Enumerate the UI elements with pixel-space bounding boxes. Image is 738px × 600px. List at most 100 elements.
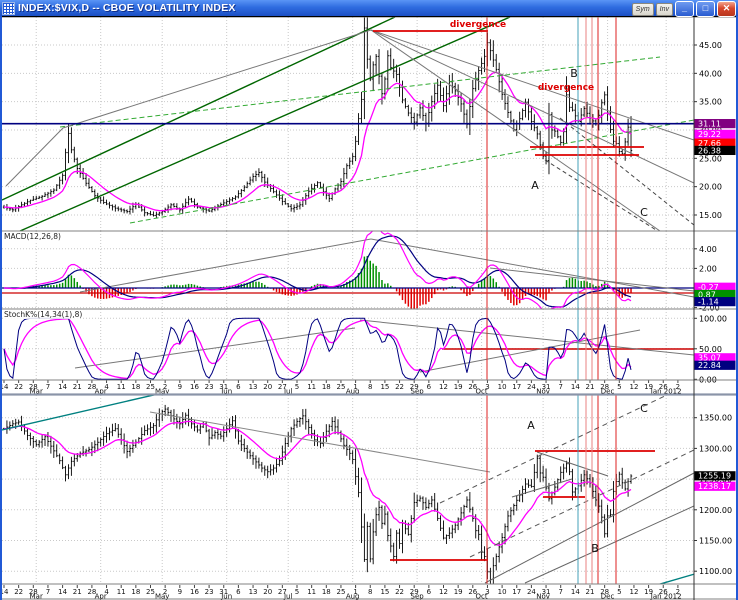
svg-text:15.00: 15.00	[699, 211, 722, 220]
svg-text:12: 12	[439, 588, 448, 596]
svg-text:9: 9	[178, 588, 182, 596]
svg-text:C: C	[640, 402, 648, 415]
svg-text:22: 22	[395, 588, 404, 596]
svg-text:23: 23	[205, 588, 214, 596]
svg-text:14: 14	[2, 588, 9, 596]
svg-text:21: 21	[73, 383, 82, 391]
svg-text:12: 12	[439, 383, 448, 391]
svg-text:1255.19: 1255.19	[698, 472, 731, 481]
axis-chip: 29.22	[695, 130, 736, 140]
svg-text:B: B	[570, 67, 578, 80]
svg-text:18: 18	[322, 383, 331, 391]
svg-text:14: 14	[2, 383, 9, 391]
svg-text:18: 18	[322, 588, 331, 596]
date-axis: 1422287142128411182529162331613202751118…	[2, 380, 694, 396]
svg-text:26.38: 26.38	[698, 146, 721, 155]
title-bar[interactable]: INDEX:$VIX,D -- CBOE VOLATILITY INDEX Sy…	[0, 0, 738, 16]
svg-text:19: 19	[454, 588, 463, 596]
svg-text:-1.14: -1.14	[698, 298, 719, 307]
svg-text:20: 20	[263, 383, 272, 391]
svg-text:6: 6	[427, 588, 432, 596]
svg-text:45.00: 45.00	[699, 41, 722, 50]
svg-text:25: 25	[146, 588, 155, 596]
svg-text:11: 11	[117, 383, 126, 391]
svg-text:1200.00: 1200.00	[699, 506, 732, 515]
svg-text:24: 24	[527, 383, 536, 391]
svg-text:A: A	[527, 419, 535, 432]
svg-text:100.00: 100.00	[699, 314, 727, 323]
app-icon	[2, 2, 15, 15]
svg-text:31.11: 31.11	[698, 120, 721, 129]
svg-text:16: 16	[190, 383, 199, 391]
svg-text:35.00: 35.00	[699, 98, 722, 107]
svg-text:10: 10	[498, 588, 507, 596]
svg-text:21: 21	[586, 383, 595, 391]
window-title: INDEX:$VIX,D -- CBOE VOLATILITY INDEX	[18, 2, 236, 14]
svg-text:20: 20	[263, 588, 272, 596]
svg-text:12: 12	[629, 383, 638, 391]
svg-text:StochK%(14,34(1),8): StochK%(14,34(1),8)	[4, 310, 82, 319]
svg-text:40.00: 40.00	[699, 69, 722, 78]
svg-text:15: 15	[380, 588, 389, 596]
axis-chip: 1255.19	[695, 471, 736, 481]
axis-chip: 1238.17	[695, 482, 736, 492]
svg-text:6: 6	[427, 383, 432, 391]
axis-chip: 31.11	[695, 119, 736, 129]
svg-text:4.00: 4.00	[699, 245, 717, 254]
svg-text:13: 13	[249, 383, 258, 391]
svg-text:18: 18	[131, 383, 140, 391]
maximize-button[interactable]: □	[696, 1, 715, 17]
svg-text:19: 19	[454, 383, 463, 391]
svg-text:14: 14	[58, 383, 67, 391]
svg-text:18: 18	[131, 588, 140, 596]
svg-text:12: 12	[629, 588, 638, 596]
axis-chip: -1.14	[695, 297, 736, 307]
svg-text:13: 13	[249, 588, 258, 596]
inv-button[interactable]: Inv	[656, 3, 673, 16]
svg-text:1300.00: 1300.00	[699, 444, 732, 453]
stoch-label: StochK%(14,34(1),8)	[3, 310, 82, 319]
svg-text:1350.00: 1350.00	[699, 414, 732, 423]
date-axis: 1422287142128411182529162331613202751118…	[2, 585, 694, 600]
svg-text:17: 17	[512, 588, 521, 596]
minimize-button[interactable]: _	[675, 1, 694, 17]
svg-text:7: 7	[46, 588, 50, 596]
svg-text:14: 14	[58, 588, 67, 596]
svg-text:50.00: 50.00	[699, 345, 722, 354]
svg-text:C: C	[640, 206, 648, 219]
svg-text:16: 16	[190, 588, 199, 596]
svg-text:23: 23	[205, 383, 214, 391]
svg-text:21: 21	[586, 588, 595, 596]
svg-text:6: 6	[236, 383, 241, 391]
svg-text:11: 11	[307, 588, 316, 596]
svg-text:5: 5	[617, 383, 621, 391]
svg-text:2.00: 2.00	[699, 264, 717, 273]
svg-text:5: 5	[295, 588, 299, 596]
svg-text:divergence: divergence	[450, 20, 506, 30]
svg-text:B: B	[591, 542, 599, 555]
svg-text:14: 14	[571, 383, 580, 391]
svg-text:5: 5	[617, 588, 621, 596]
svg-text:1150.00: 1150.00	[699, 537, 732, 546]
svg-text:1100.00: 1100.00	[699, 567, 732, 576]
svg-text:10: 10	[498, 383, 507, 391]
axis-chip: 22.84	[695, 361, 736, 371]
sym-button[interactable]: Sym	[632, 3, 654, 16]
svg-text:9: 9	[178, 383, 182, 391]
svg-text:25.00: 25.00	[699, 154, 722, 163]
close-button[interactable]: ✕	[717, 1, 736, 17]
svg-text:29.22: 29.22	[698, 130, 721, 139]
chart-canvas[interactable]: 45.0040.0035.0030.0025.0020.0015.004.002…	[2, 16, 736, 600]
svg-text:24: 24	[527, 588, 536, 596]
svg-text:7: 7	[46, 383, 50, 391]
svg-text:divergence: divergence	[538, 83, 594, 93]
svg-text:17: 17	[512, 383, 521, 391]
svg-text:8: 8	[368, 588, 372, 596]
svg-text:22: 22	[395, 383, 404, 391]
svg-text:MACD(12,26,8): MACD(12,26,8)	[4, 232, 61, 241]
svg-text:25: 25	[336, 588, 345, 596]
svg-text:22: 22	[14, 588, 23, 596]
svg-text:21: 21	[73, 588, 82, 596]
svg-text:7: 7	[558, 588, 562, 596]
svg-text:22.84: 22.84	[698, 361, 721, 370]
